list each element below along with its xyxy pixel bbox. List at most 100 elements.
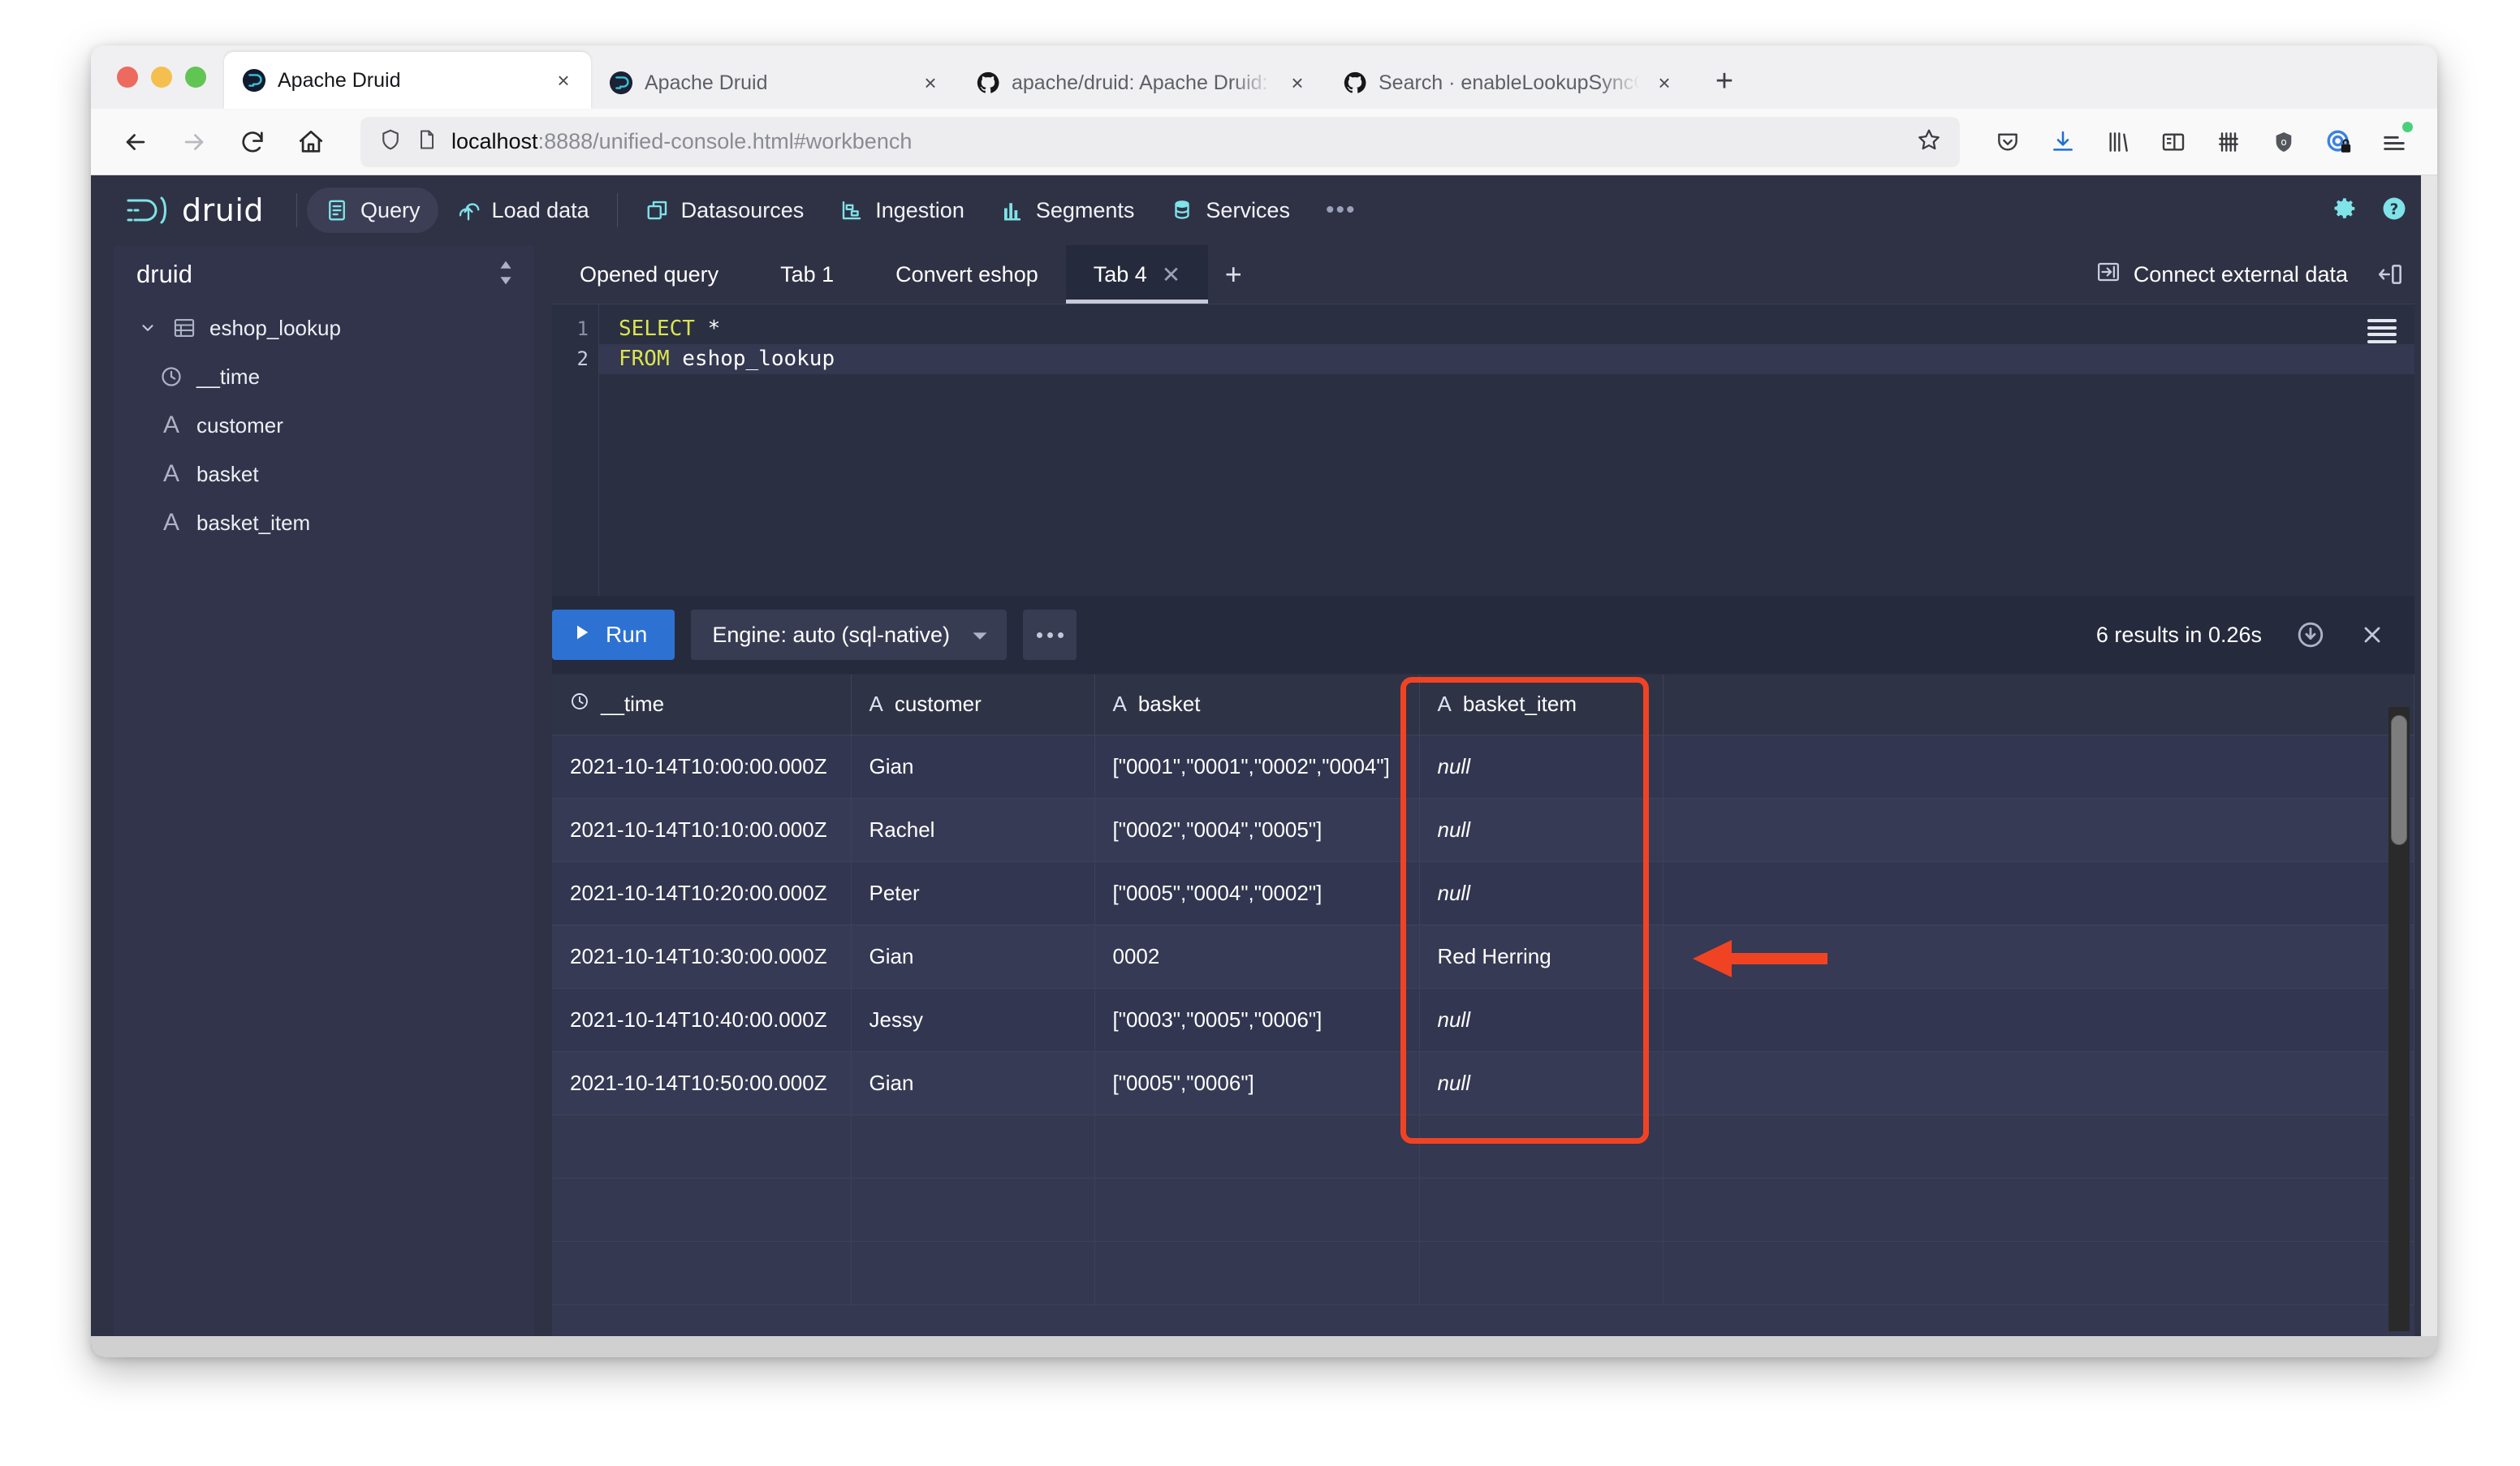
nav-item-services[interactable]: Services	[1152, 188, 1308, 233]
nav-item-query[interactable]: Query	[307, 188, 438, 233]
browser-tab-2[interactable]: Apache Druid ×	[591, 57, 958, 109]
string-icon: A	[869, 692, 883, 717]
load-data-icon	[456, 198, 481, 222]
nav-item-label: Ingestion	[875, 197, 964, 222]
column-header-basket[interactable]: A basket	[1094, 675, 1420, 735]
more-options-button[interactable]	[1023, 610, 1077, 660]
back-arrow-icon[interactable]	[109, 115, 162, 169]
gear-icon[interactable]	[2332, 195, 2359, 226]
table-icon	[172, 317, 196, 338]
cell-time: 2021-10-14T10:00:00.000Z	[552, 735, 852, 799]
close-icon[interactable]: ✕	[1162, 261, 1180, 288]
schema-sidebar: druid eshop_lookup __time A customer A b…	[114, 245, 534, 1339]
browser-tab-3[interactable]: apache/druid: Apache Druid: a h ×	[958, 57, 1325, 109]
druid-logo[interactable]: druid	[123, 192, 264, 229]
sql-editor[interactable]: 1 2 SELECT * FROM eshop_lookup	[552, 304, 2414, 596]
browser-tab-1[interactable]: Apache Druid ×	[224, 52, 591, 109]
results-status: 6 results in 0.26s	[2095, 622, 2262, 647]
column-header-customer[interactable]: A customer	[851, 675, 1095, 735]
tree-item-eshop_lookup[interactable]: eshop_lookup	[114, 304, 534, 352]
nav-item-datasources[interactable]: Datasources	[628, 188, 822, 233]
engine-select[interactable]: Engine: auto (sql-native)	[691, 610, 1008, 660]
close-icon[interactable]: ×	[550, 67, 576, 93]
window-scrollbar[interactable]	[2421, 175, 2437, 1357]
druid-wordmark: druid	[182, 192, 265, 228]
maximize-window-button[interactable]	[185, 67, 206, 88]
druid-icon	[609, 71, 633, 95]
nav-item-load-data[interactable]: Load data	[438, 188, 607, 233]
cell-basket-item: null	[1419, 735, 1663, 799]
close-results-icon[interactable]	[2350, 612, 2395, 658]
cell-basket-item: Red Herring	[1419, 925, 1663, 989]
url-bar[interactable]: localhost:8888/unified-console.html#work…	[360, 116, 1960, 167]
minimize-window-button[interactable]	[151, 67, 172, 88]
close-icon[interactable]: ×	[1651, 70, 1677, 96]
string-icon: A	[162, 509, 179, 536]
nav-item-segments[interactable]: Segments	[982, 188, 1153, 233]
query-tab-tab-4[interactable]: Tab 4 ✕	[1065, 245, 1209, 304]
shield-icon[interactable]	[378, 127, 403, 156]
sidebar-icon[interactable]	[2148, 117, 2199, 167]
url-text[interactable]: localhost:8888/unified-console.html#work…	[451, 129, 1903, 154]
close-icon[interactable]: ×	[917, 70, 943, 96]
query-tab-opened-query[interactable]: Opened query	[552, 245, 746, 304]
pocket-icon[interactable]	[1983, 117, 2033, 167]
bookmark-star-icon[interactable]	[1916, 127, 1942, 157]
privacy-lock-icon[interactable]	[2314, 117, 2364, 167]
query-tab-label: Tab 1	[780, 261, 835, 287]
play-icon	[573, 622, 591, 648]
home-icon[interactable]	[284, 115, 338, 169]
nav-item-ingestion[interactable]: Ingestion	[822, 188, 982, 233]
table-row-empty	[552, 1115, 2414, 1179]
table-row[interactable]: 2021-10-14T10:20:00.000Z Peter ["0005","…	[552, 861, 2414, 925]
tree-item-label: eshop_lookup	[209, 315, 341, 340]
window-bottom-bar	[91, 1336, 2437, 1357]
containers-icon[interactable]	[2203, 117, 2254, 167]
table-row[interactable]: 2021-10-14T10:00:00.000Z Gian ["0001","0…	[552, 735, 2414, 799]
column-header-__time[interactable]: __time	[552, 675, 852, 735]
library-icon[interactable]	[2093, 117, 2143, 167]
page-info-icon[interactable]	[416, 128, 438, 155]
downloads-icon[interactable]	[2038, 117, 2088, 167]
table-row[interactable]: 2021-10-14T10:10:00.000Z Rachel ["0002",…	[552, 798, 2414, 862]
browser-tab-4[interactable]: Search · enableLookupSyncOnS ×	[1325, 57, 1692, 109]
table-row[interactable]: 2021-10-14T10:50:00.000Z Gian ["0005","0…	[552, 1051, 2414, 1115]
run-button[interactable]: Run	[552, 610, 675, 660]
tree-item-__time[interactable]: __time	[114, 352, 534, 401]
query-tab-convert-eshop[interactable]: Convert eshop	[868, 245, 1066, 304]
connect-external-data-button[interactable]: Connect external data	[2078, 245, 2366, 304]
close-icon[interactable]: ×	[1284, 70, 1310, 96]
results-scrollbar-thumb[interactable]	[2391, 715, 2407, 845]
query-tab-tab-1[interactable]: Tab 1	[746, 245, 868, 304]
add-query-tab-button[interactable]: +	[1208, 245, 1258, 304]
shield-privacy-icon[interactable]: o	[2259, 117, 2309, 167]
divider	[296, 193, 298, 227]
schema-selector[interactable]: druid	[114, 245, 534, 304]
schema-name: druid	[136, 260, 192, 288]
close-window-button[interactable]	[117, 67, 138, 88]
download-circle-icon[interactable]	[2288, 612, 2333, 658]
query-results-panel[interactable]: __time A customer A basket A basket_item…	[552, 674, 2414, 1339]
divider	[616, 193, 618, 227]
help-icon[interactable]: ?	[2380, 195, 2408, 226]
segments-icon	[1000, 198, 1025, 222]
new-tab-button[interactable]: +	[1702, 58, 1747, 104]
editor-menu-icon[interactable]	[2367, 319, 2397, 343]
collapse-panel-button[interactable]	[2366, 245, 2414, 304]
sort-updown-icon[interactable]	[497, 259, 515, 291]
tree-item-basket[interactable]: A basket	[114, 450, 534, 498]
editor-code[interactable]: SELECT * FROM eshop_lookup	[599, 304, 2414, 596]
column-header-basket_item[interactable]: A basket_item	[1419, 675, 1663, 735]
table-row[interactable]: 2021-10-14T10:30:00.000Z Gian 0002 Red H…	[552, 925, 2414, 989]
nav-item-more[interactable]: •••	[1308, 188, 1374, 233]
tree-item-customer[interactable]: A customer	[114, 401, 534, 450]
table-row[interactable]: 2021-10-14T10:40:00.000Z Jessy ["0003","…	[552, 988, 2414, 1052]
chevron-down-icon[interactable]	[136, 319, 159, 337]
cell-basket-item: null	[1419, 861, 1663, 925]
cell-empty	[1663, 925, 2414, 989]
app-menu-icon[interactable]	[2369, 117, 2419, 167]
tree-item-basket_item[interactable]: A basket_item	[114, 498, 534, 547]
reload-icon[interactable]	[226, 115, 279, 169]
results-scrollbar-track[interactable]	[2388, 707, 2410, 1331]
tree-item-label: customer	[196, 412, 283, 438]
